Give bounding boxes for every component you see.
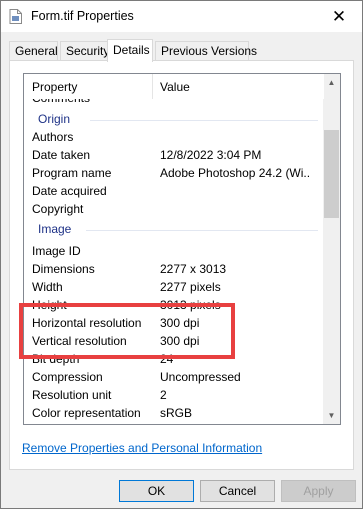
- list-item[interactable]: Dimensions 2277 x 3013: [24, 260, 324, 278]
- group-divider: [86, 230, 318, 231]
- tab-details[interactable]: Details: [107, 39, 153, 62]
- close-icon: ✕: [331, 6, 347, 26]
- property-label: Compression: [32, 370, 103, 384]
- list-item[interactable]: Width 2277 pixels: [24, 278, 324, 296]
- scrollbar-thumb[interactable]: [324, 130, 339, 218]
- details-list[interactable]: Property Value Comments Origin Authors D…: [23, 73, 341, 425]
- property-label: Width: [32, 280, 63, 294]
- list-item[interactable]: Date acquired: [24, 182, 324, 200]
- property-label: Date acquired: [32, 184, 107, 198]
- title-bar: Form.tif Properties ✕: [1, 1, 362, 32]
- property-label: Resolution unit: [32, 388, 112, 402]
- tif-file-icon: [9, 9, 22, 24]
- group-header-image[interactable]: Image: [24, 220, 324, 238]
- list-item[interactable]: Resolution unit 2: [24, 386, 324, 404]
- property-value: sRGB: [160, 406, 193, 420]
- vertical-scrollbar[interactable]: ▲ ▼: [323, 74, 340, 424]
- group-divider: [90, 120, 318, 121]
- list-item[interactable]: Program name Adobe Photoshop 24.2 (Wi...: [24, 164, 324, 182]
- property-label: Color representation: [32, 406, 141, 420]
- list-item[interactable]: Copyright: [24, 200, 324, 218]
- list-item[interactable]: Compression Uncompressed: [24, 368, 324, 386]
- property-column-header[interactable]: Property: [32, 80, 77, 94]
- highlight-annotation-box: [19, 303, 235, 359]
- tab-general[interactable]: General: [9, 41, 58, 60]
- property-value: Uncompressed: [160, 370, 241, 384]
- property-value: Adobe Photoshop 24.2 (Wi...: [160, 166, 310, 180]
- list-item[interactable]: Authors: [24, 128, 324, 146]
- property-label: Date taken: [32, 148, 91, 162]
- remove-properties-link[interactable]: Remove Properties and Personal Informati…: [22, 441, 262, 455]
- scroll-down-arrow-icon[interactable]: ▼: [323, 407, 340, 424]
- cancel-button[interactable]: Cancel: [200, 480, 275, 502]
- details-rows: Comments Origin Authors Date taken 12/8/…: [24, 96, 324, 424]
- details-panel: Property Value Comments Origin Authors D…: [9, 60, 354, 470]
- group-label: Origin: [38, 112, 71, 126]
- property-label: Image ID: [32, 244, 81, 258]
- tab-previous-versions[interactable]: Previous Versions: [155, 41, 257, 60]
- window-title: Form.tif Properties: [31, 9, 134, 23]
- list-item[interactable]: Color representation sRGB: [24, 404, 324, 422]
- ok-button[interactable]: OK: [119, 480, 194, 502]
- group-header-origin[interactable]: Origin: [24, 110, 324, 128]
- column-header: Property Value: [24, 74, 324, 99]
- list-item[interactable]: Date taken 12/8/2022 3:04 PM: [24, 146, 324, 164]
- group-label: Image: [38, 222, 72, 236]
- property-label: Copyright: [32, 202, 84, 216]
- property-value: 12/8/2022 3:04 PM: [160, 148, 262, 162]
- property-value: 2277 pixels: [160, 280, 221, 294]
- properties-dialog: Form.tif Properties ✕ General Security D…: [0, 0, 363, 509]
- list-item[interactable]: Image ID: [24, 242, 324, 260]
- property-label: Dimensions: [32, 262, 95, 276]
- value-column-header[interactable]: Value: [160, 80, 190, 94]
- property-value: 2: [160, 388, 167, 402]
- tab-security[interactable]: Security: [60, 41, 109, 60]
- scroll-up-arrow-icon[interactable]: ▲: [323, 74, 340, 91]
- property-label: Program name: [32, 166, 112, 180]
- tab-strip: General Security Details Previous Versio…: [9, 39, 354, 62]
- property-value: 2277 x 3013: [160, 262, 227, 276]
- column-separator[interactable]: [152, 74, 153, 99]
- close-button[interactable]: ✕: [316, 1, 362, 32]
- property-label: Authors: [32, 130, 74, 144]
- apply-button[interactable]: Apply: [281, 480, 356, 502]
